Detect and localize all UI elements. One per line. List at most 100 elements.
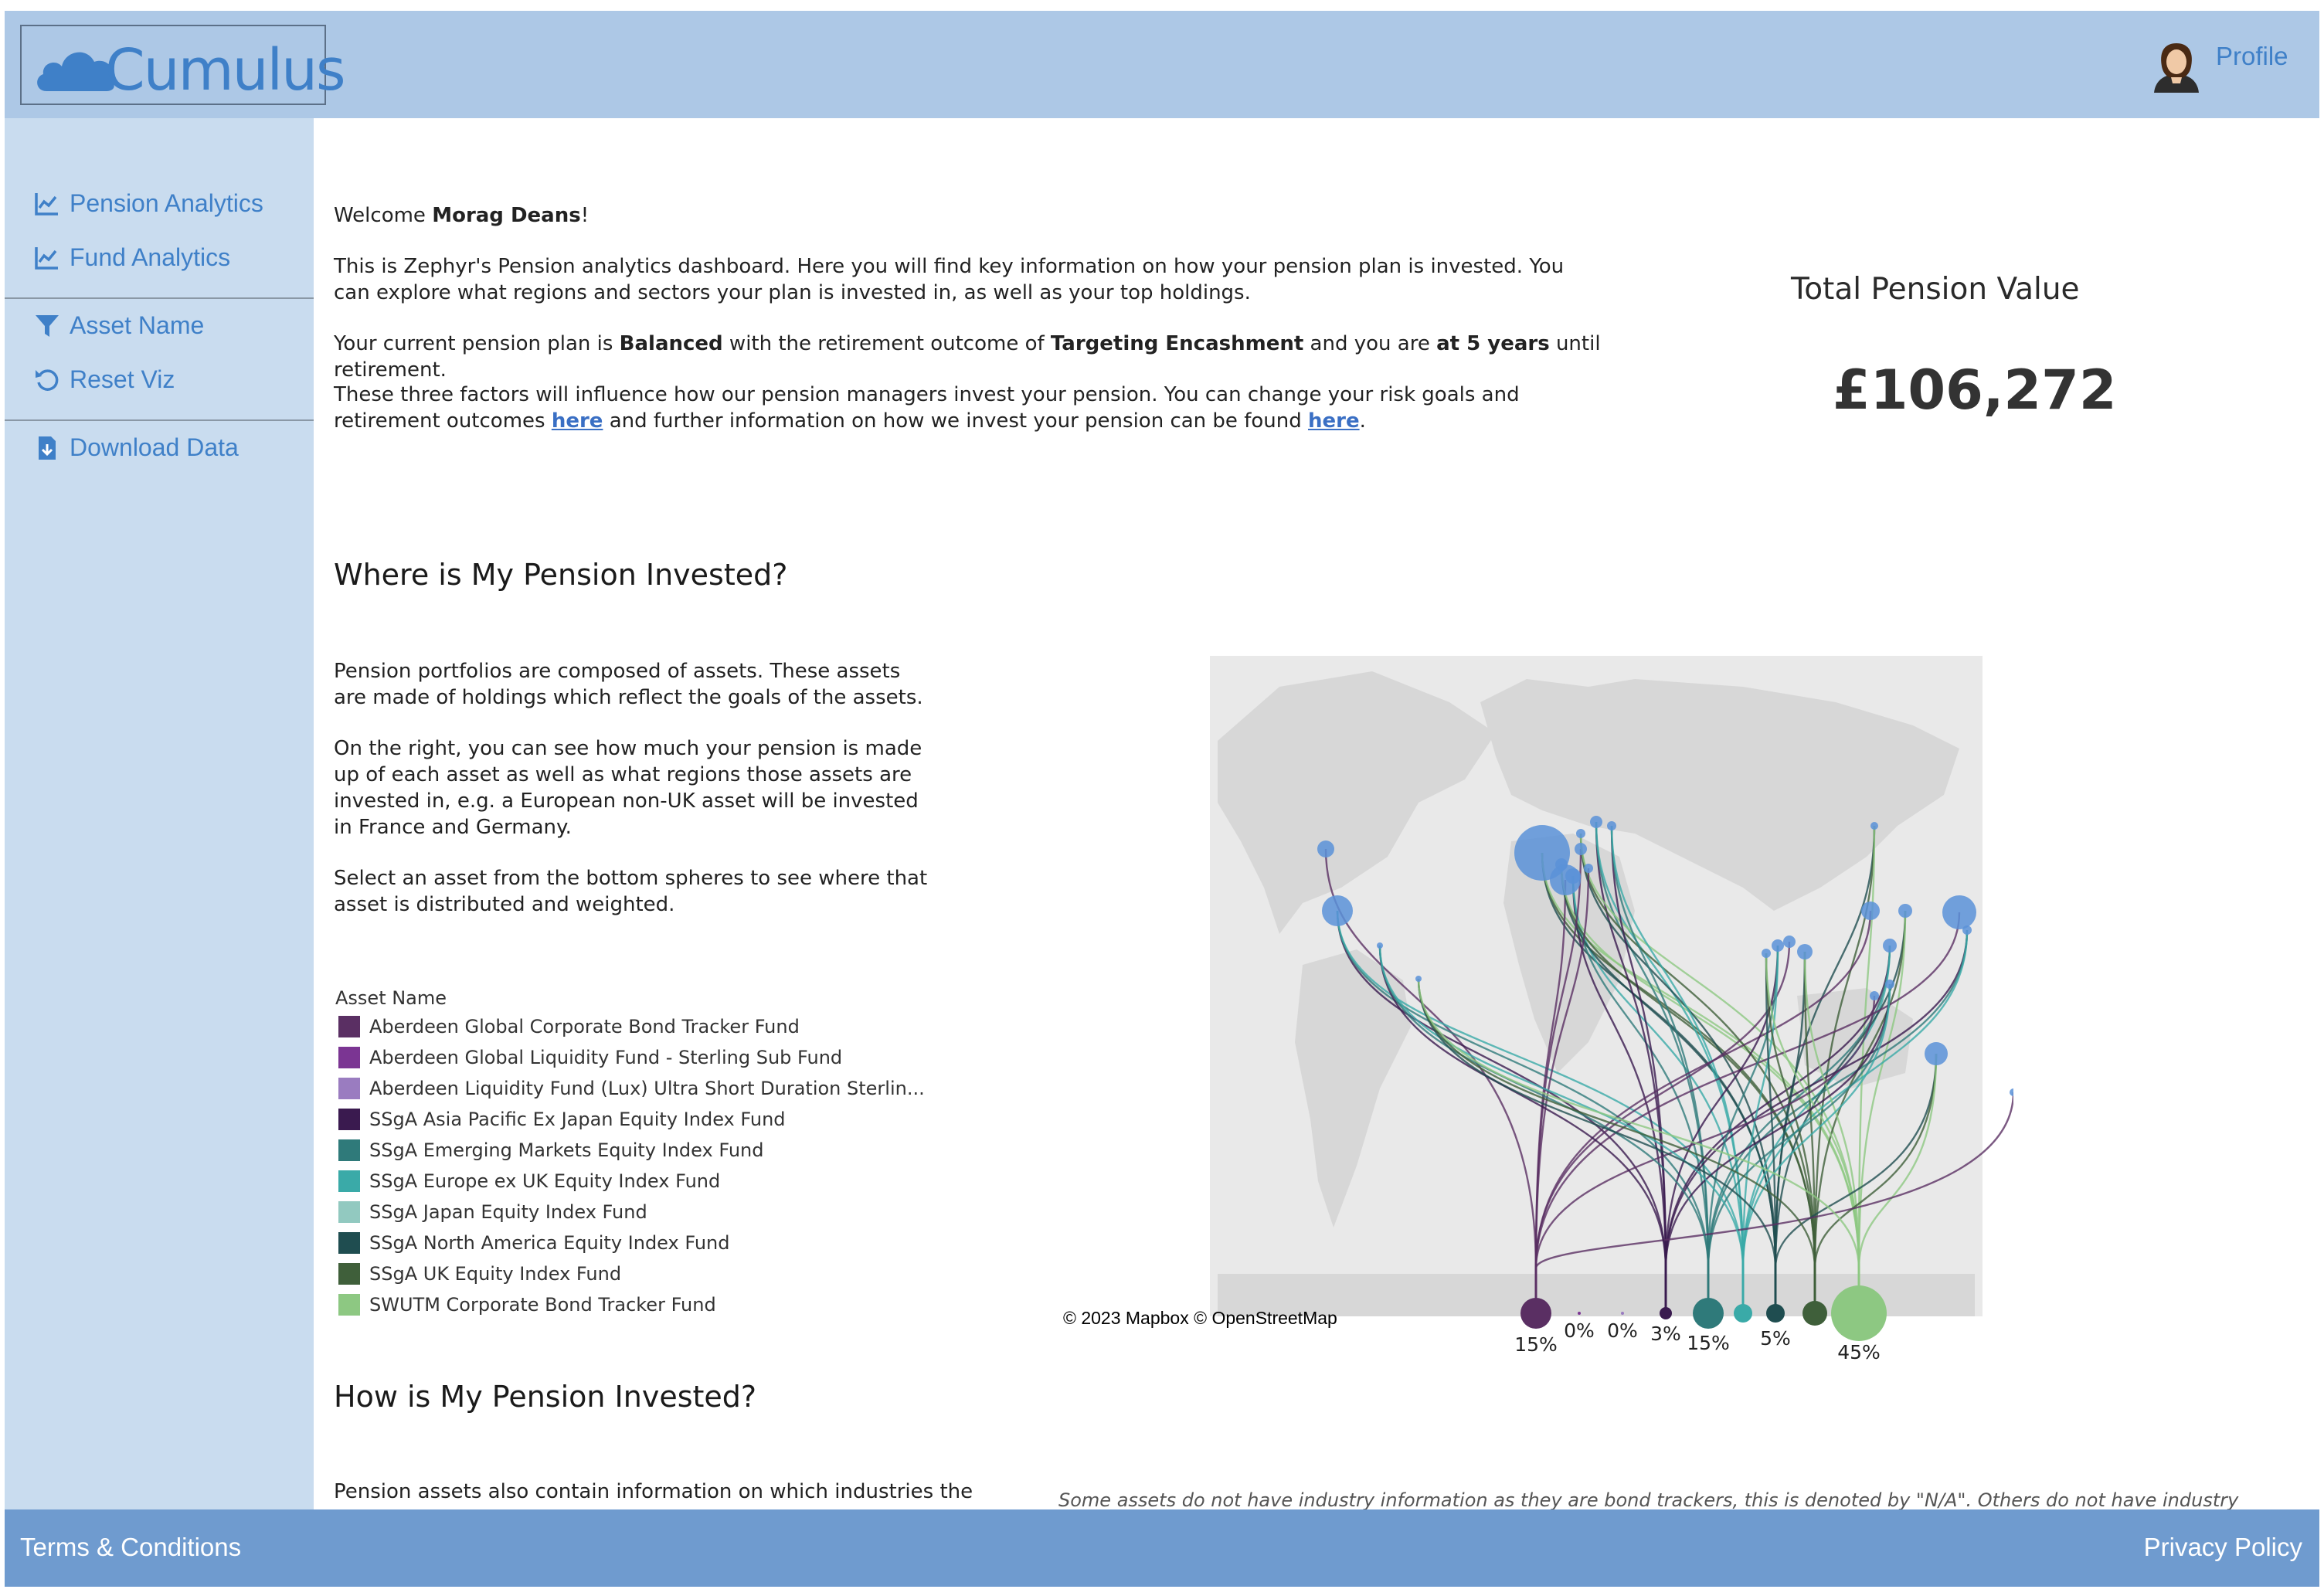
sidebar-item-fund-analytics[interactable]: Fund Analytics [34, 243, 230, 272]
asset-sphere[interactable] [1621, 1312, 1624, 1315]
legend-item[interactable]: Aberdeen Global Corporate Bond Tracker F… [338, 1016, 800, 1037]
region-bubble[interactable] [1870, 822, 1878, 830]
pension-map[interactable]: 15% 0% 0% 3% 15% 5% 45% © 2023 Mapbox © OpenSt… [1048, 656, 2013, 1374]
reset-icon [36, 368, 59, 391]
region-bubble[interactable] [1861, 902, 1880, 920]
region-bubble[interactable] [1607, 821, 1616, 830]
sidebar-item-label: Pension Analytics [70, 189, 263, 217]
legend-item[interactable]: Aberdeen Global Liquidity Fund - Sterlin… [338, 1047, 842, 1068]
filter-icon [36, 314, 59, 337]
sidebar-item-download-data[interactable]: Download Data [34, 433, 239, 462]
sidebar-item-reset-viz[interactable]: Reset Viz [34, 365, 175, 394]
asset-sphere[interactable] [1660, 1307, 1672, 1319]
legend-swatch [338, 1139, 360, 1161]
asset-sphere[interactable] [1734, 1304, 1752, 1323]
asset-sphere[interactable] [1520, 1298, 1551, 1329]
legend-item[interactable]: SSgA North America Equity Index Fund [338, 1232, 730, 1254]
region-bubble[interactable] [1962, 925, 1972, 935]
legend-item[interactable]: SSgA Emerging Markets Equity Index Fund [338, 1139, 763, 1161]
legend-title: Asset Name [335, 987, 447, 1009]
legend-item[interactable]: SSgA Europe ex UK Equity Index Fund [338, 1170, 720, 1192]
legend-item[interactable]: SSgA Japan Equity Index Fund [338, 1201, 647, 1223]
legend-swatch [338, 1232, 360, 1254]
profile-link[interactable]: Profile [2216, 42, 2288, 71]
download-icon [39, 436, 56, 460]
how-paragraph: Pension assets also contain information … [334, 1480, 973, 1503]
region-bubble[interactable] [1576, 829, 1585, 838]
footer: Terms & Conditions Privacy Policy [5, 1509, 2319, 1587]
total-pension-label: Total Pension Value [1791, 272, 2080, 307]
asset-sphere[interactable] [1831, 1285, 1887, 1341]
change-goals-link[interactable]: here [552, 409, 603, 433]
region-bubble[interactable] [1797, 944, 1813, 959]
region-bubble[interactable] [1415, 976, 1422, 982]
region-bubble[interactable] [1942, 895, 1976, 929]
region-bubble[interactable] [1322, 895, 1353, 926]
region-bubble[interactable] [1317, 840, 1334, 857]
legend-item[interactable]: Aberdeen Liquidity Fund (Lux) Ultra Shor… [338, 1078, 925, 1099]
sidebar: Pension Analytics Fund Analytics Asset N… [5, 118, 314, 1516]
legend-swatch [338, 1016, 360, 1037]
region-bubble[interactable] [1555, 858, 1568, 871]
sidebar-item-label: Reset Viz [70, 365, 175, 393]
asset-percent-label: 45% [1837, 1341, 1881, 1363]
sidebar-item-asset-name[interactable]: Asset Name [34, 311, 204, 340]
region-bubble[interactable] [1870, 991, 1879, 1000]
legend-item[interactable]: SSgA Asia Pacific Ex Japan Equity Index … [338, 1109, 786, 1130]
legend-swatch [338, 1047, 360, 1068]
legend-item[interactable]: SWUTM Corporate Bond Tracker Fund [338, 1294, 716, 1316]
logo[interactable]: Cumulus [20, 25, 346, 105]
asset-percent-label: 0% [1607, 1319, 1638, 1342]
legend-swatch [338, 1201, 360, 1223]
asset-percent-label: 15% [1687, 1332, 1730, 1354]
legend-label: SSgA Europe ex UK Equity Index Fund [369, 1170, 721, 1192]
legend-swatch [338, 1078, 360, 1099]
legend-label: SSgA Asia Pacific Ex Japan Equity Index … [369, 1109, 786, 1130]
region-bubble[interactable] [1377, 942, 1383, 949]
sidebar-divider [5, 419, 314, 421]
asset-percent-label: 3% [1650, 1323, 1681, 1345]
region-bubble[interactable] [1925, 1042, 1948, 1065]
intro-paragraph: This is Zephyr's Pension analytics dashb… [334, 255, 1565, 304]
asset-sphere[interactable] [1766, 1304, 1785, 1323]
line-chart-icon [35, 246, 58, 270]
legend-swatch [338, 1109, 360, 1130]
region-bubble[interactable] [1898, 904, 1912, 918]
legend-label: SSgA Japan Equity Index Fund [369, 1201, 647, 1223]
logo-text: Cumulus [105, 37, 346, 104]
asset-sphere[interactable] [1578, 1312, 1581, 1315]
legend-label: Aberdeen Global Corporate Bond Tracker F… [369, 1016, 800, 1037]
terms-link[interactable]: Terms & Conditions [20, 1533, 241, 1562]
region-bubble[interactable] [1762, 949, 1771, 958]
legend-item[interactable]: SSgA UK Equity Index Fund [338, 1263, 621, 1285]
region-bubble[interactable] [1883, 939, 1897, 953]
asset-sphere[interactable] [1693, 1298, 1724, 1329]
industry-note: Some assets do not have industry informa… [1058, 1489, 2239, 1511]
region-bubble[interactable] [1575, 843, 1587, 855]
region-bubble[interactable] [1590, 816, 1602, 828]
legend-swatch [338, 1170, 360, 1192]
legend-swatch [338, 1263, 360, 1285]
investment-info-link[interactable]: here [1308, 409, 1360, 433]
legend-label: Aberdeen Global Liquidity Fund - Sterlin… [369, 1047, 843, 1068]
asset-percent-label: 0% [1564, 1319, 1595, 1342]
region-bubble[interactable] [1772, 939, 1784, 952]
total-pension-value: £106,272 [1833, 358, 2117, 422]
sidebar-item-pension-analytics[interactable]: Pension Analytics [34, 189, 263, 218]
where-paragraph-1: Pension portfolios are composed of asset… [334, 660, 923, 709]
asset-sphere[interactable] [1802, 1301, 1827, 1326]
where-invested-heading: Where is My Pension Invested? [334, 558, 788, 592]
how-invested-heading: How is My Pension Invested? [334, 1380, 757, 1414]
app-frame: Cumulus Profile Pension Analytics Fund A… [5, 11, 2319, 1587]
privacy-link[interactable]: Privacy Policy [2144, 1533, 2302, 1562]
region-bubble[interactable] [2010, 1088, 2013, 1096]
avatar[interactable] [2149, 39, 2203, 93]
legend-label: SWUTM Corporate Bond Tracker Fund [369, 1294, 716, 1316]
region-bubble[interactable] [1584, 864, 1593, 873]
map-attribution: © 2023 Mapbox © OpenStreetMap [1063, 1308, 1337, 1328]
plan-summary: Your current pension plan is Balanced wi… [334, 332, 1601, 382]
region-bubble[interactable] [1565, 868, 1581, 884]
region-bubble[interactable] [1885, 980, 1894, 989]
retirement-outcome: Targeting Encashment [1050, 332, 1304, 355]
region-bubble[interactable] [1783, 936, 1796, 948]
